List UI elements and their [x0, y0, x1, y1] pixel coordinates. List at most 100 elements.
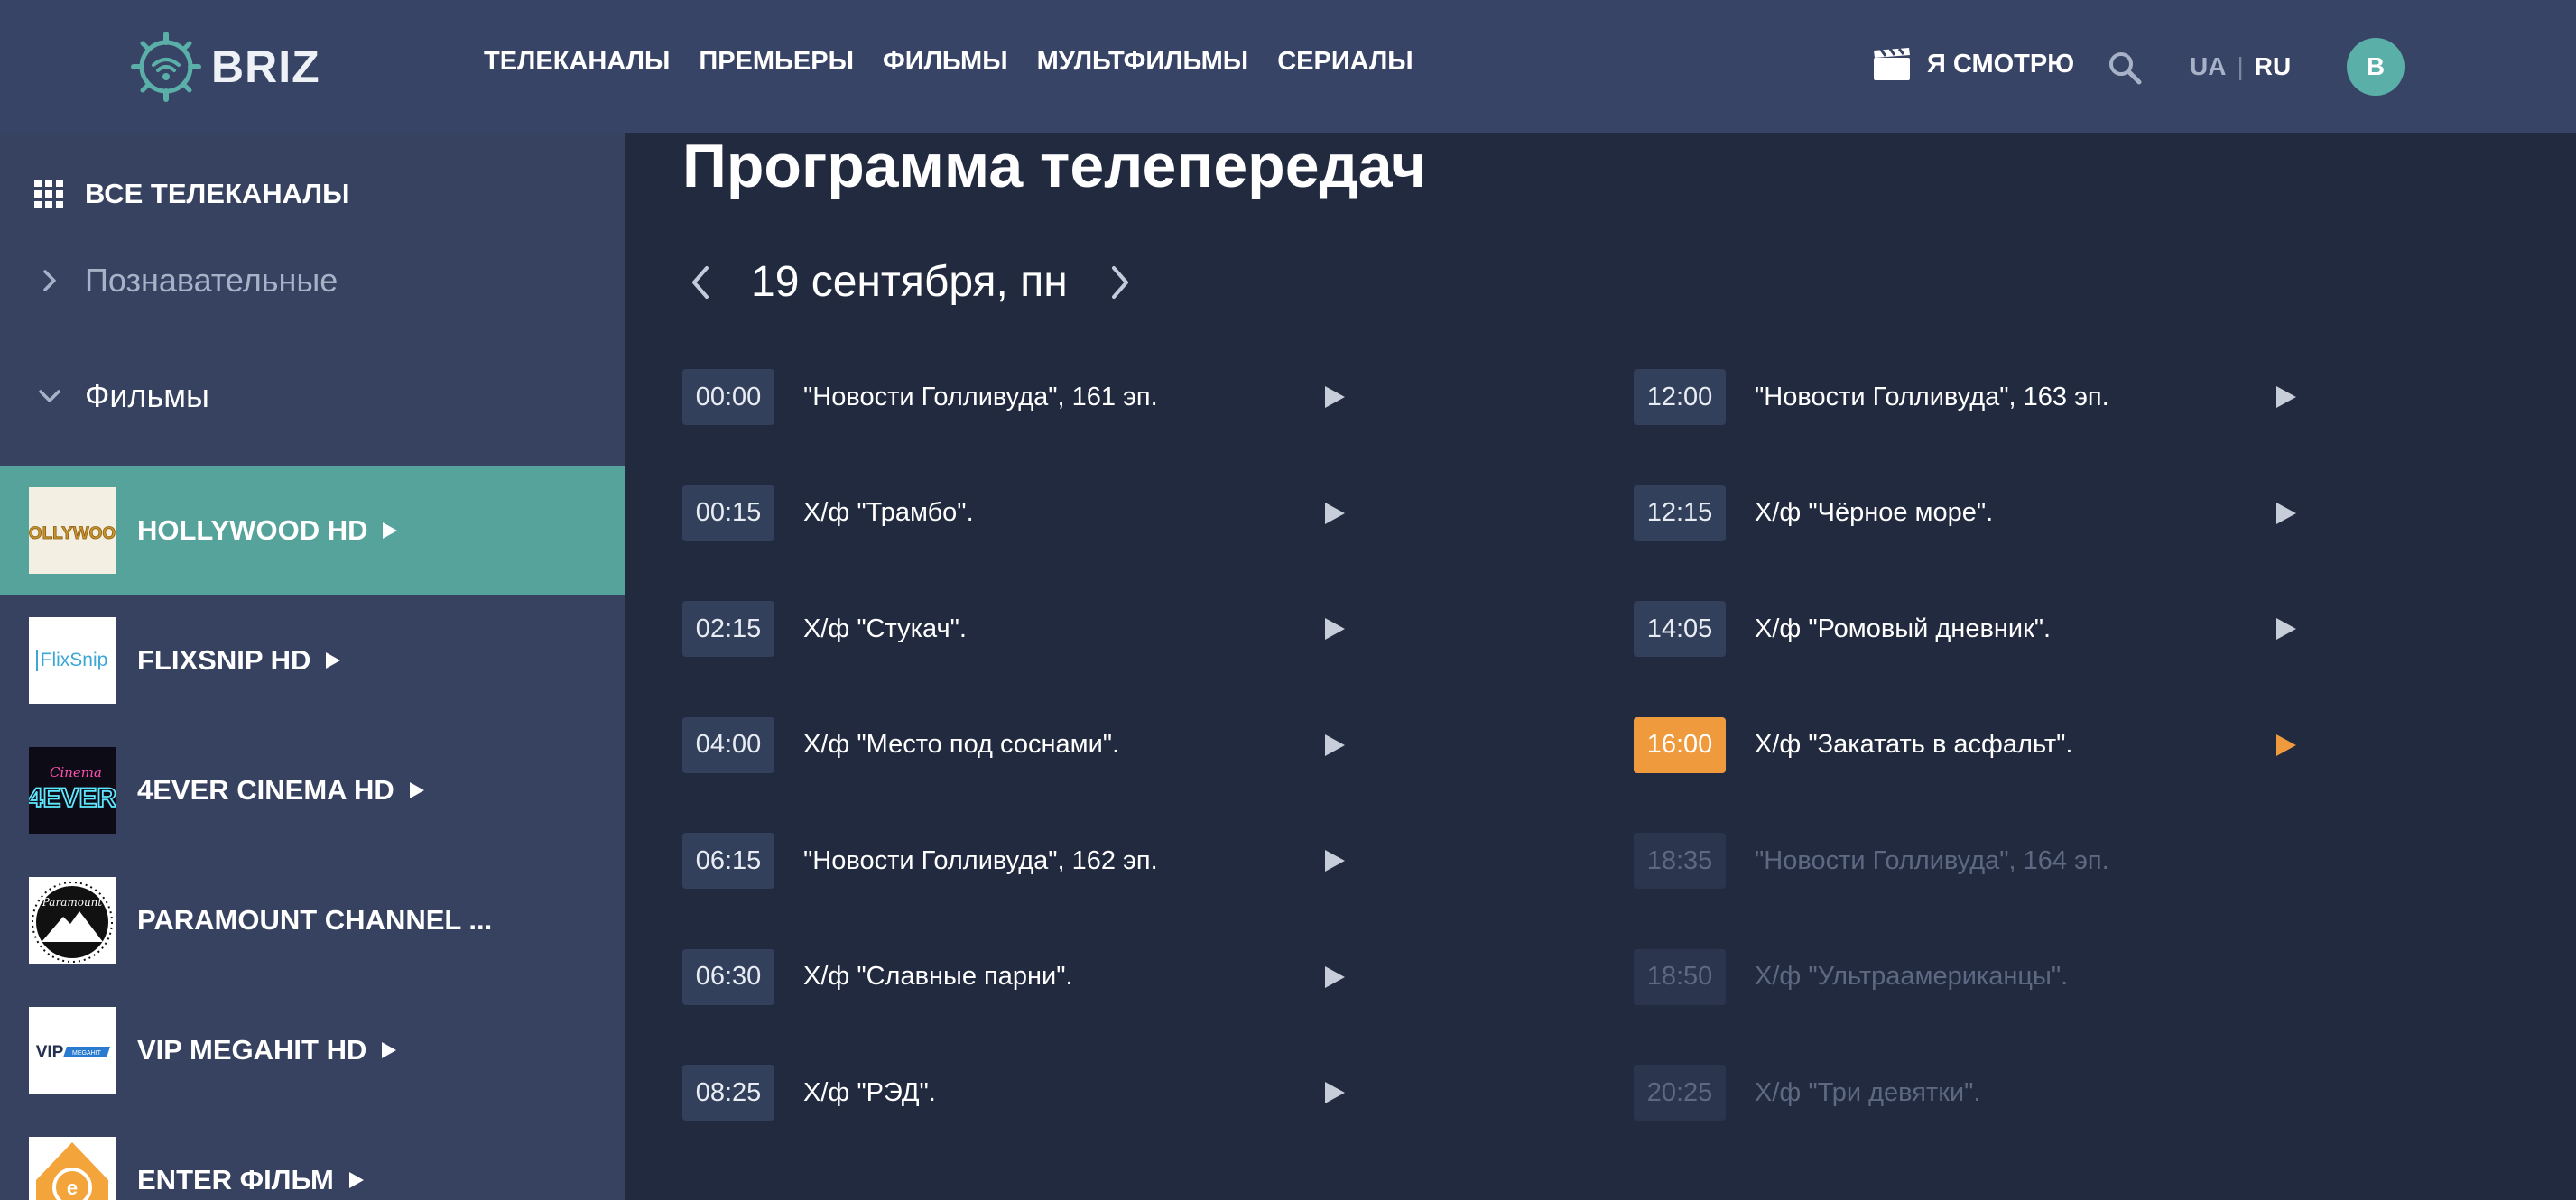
program-title: Х/ф "Три девятки". [1755, 1077, 1981, 1107]
page-title: Программа телепередач [682, 132, 1427, 200]
watching-button[interactable]: Я СМОТРЮ [1873, 47, 2074, 81]
program-title: "Новости Голливуда", 164 эп. [1755, 845, 2109, 875]
schedule-row[interactable]: 04:00 Х/ф "Место под соснами". [682, 716, 1368, 773]
schedule-row[interactable]: 12:00 "Новости Голливуда", 163 эп. [1634, 369, 2320, 425]
program-title: Х/ф "Чёрное море". [1755, 498, 1994, 527]
main-nav: ТЕЛЕКАНАЛЫ ПРЕМЬЕРЫ ФИЛЬМЫ МУЛЬТФИЛЬМЫ С… [484, 47, 1413, 77]
play-icon [383, 522, 398, 539]
schedule-row[interactable]: 18:50 Х/ф "Ультраамериканцы". [1634, 948, 2320, 1005]
play-icon [382, 1042, 397, 1058]
play-icon[interactable] [1323, 1080, 1347, 1105]
lang-ua[interactable]: UA [2190, 52, 2226, 81]
schedule-row[interactable]: 12:15 Х/ф "Чёрное море". [1634, 485, 2320, 541]
nav-cartoons[interactable]: МУЛЬТФИЛЬМЫ [1037, 47, 1249, 77]
program-time: 06:30 [682, 948, 774, 1005]
program-title: "Новости Голливуда", 161 эп. [803, 382, 1158, 411]
play-icon[interactable] [2275, 616, 2298, 642]
category-label: Фильмы [85, 377, 209, 414]
nav-tv-channels[interactable]: ТЕЛЕКАНАЛЫ [484, 47, 670, 77]
channel-name: FLIXSNIP HD [137, 644, 311, 676]
program-time: 12:00 [1634, 369, 1726, 425]
program-title: Х/ф "Ромовый дневник". [1755, 614, 2052, 643]
search-icon[interactable] [2107, 50, 2143, 86]
play-icon[interactable] [2275, 733, 2298, 758]
play-icon [326, 652, 341, 669]
play-icon[interactable] [1323, 848, 1347, 873]
lang-ru[interactable]: RU [2255, 52, 2291, 81]
channel-paramount[interactable]: Paramount PARAMOUNT CHANNEL ... [0, 855, 625, 985]
chevron-right-icon [43, 270, 56, 291]
briz-logo[interactable]: BRIZ [130, 31, 320, 103]
nav-premieres[interactable]: ПРЕМЬЕРЫ [699, 47, 854, 77]
date-navigator: 19 сентября, пн [682, 257, 1138, 307]
schedule-row[interactable]: 06:30 Х/ф "Славные парни". [682, 948, 1368, 1005]
svg-text:Paramount: Paramount [42, 896, 103, 909]
program-title: Х/ф "Славные парни". [803, 962, 1073, 991]
schedule-row[interactable]: 06:15 "Новости Голливуда", 162 эп. [682, 833, 1368, 889]
program-title: Х/ф "Место под соснами". [803, 730, 1120, 759]
play-icon[interactable] [1323, 965, 1347, 990]
program-time: 12:15 [1634, 485, 1726, 541]
schedule-row[interactable]: 20:25 Х/ф "Три девятки". [1634, 1065, 2320, 1121]
svg-text:4EVER: 4EVER [29, 783, 116, 813]
category-educational[interactable]: Познавательные [34, 262, 338, 300]
all-channels-link[interactable]: ВСЕ ТЕЛЕКАНАЛЫ [34, 178, 350, 210]
category-movies[interactable]: Фильмы [34, 377, 209, 415]
svg-text:Cinema: Cinema [50, 764, 102, 780]
program-time: 20:25 [1634, 1065, 1726, 1121]
program-title: Х/ф "Трамбо". [803, 498, 974, 527]
schedule-row[interactable]: 16:00 Х/ф "Закатать в асфальт". [1634, 716, 2320, 773]
grid-icon [34, 180, 63, 208]
schedule-row[interactable]: 14:05 Х/ф "Ромовый дневник". [1634, 601, 2320, 657]
channel-name: ENTER ФІЛЬМ [137, 1164, 334, 1195]
channel-enter-film[interactable]: e ENTER ФІЛЬМ [0, 1115, 625, 1200]
channels-sidebar: ВСЕ ТЕЛЕКАНАЛЫ Познавательные Фильмы HOL… [0, 133, 625, 1200]
channel-flixsnip-hd[interactable]: FlixSnip FLIXSNIP HD [0, 595, 625, 725]
flixsnip-logo: FlixSnip [29, 617, 116, 704]
play-icon[interactable] [1323, 733, 1347, 758]
channel-vip-megahit-hd[interactable]: VIP MEGAHIT VIP MEGAHIT HD [0, 985, 625, 1115]
play-icon[interactable] [2275, 384, 2298, 410]
program-title: Х/ф "РЭД". [803, 1077, 936, 1107]
program-time: 00:00 [682, 369, 774, 425]
watching-label: Я СМОТРЮ [1927, 49, 2075, 78]
user-avatar[interactable]: B [2347, 38, 2405, 96]
program-title: "Новости Голливуда", 163 эп. [1755, 382, 2109, 411]
play-icon[interactable] [1323, 384, 1347, 410]
channel-hollywood-hd[interactable]: HOLLYWOOD HOLLYWOOD HD [0, 466, 625, 595]
hollywood-logo: HOLLYWOOD [29, 487, 116, 574]
enter-film-logo: e [29, 1137, 116, 1200]
schedule-row[interactable]: 18:35 "Новости Голливуда", 164 эп. [1634, 833, 2320, 889]
briz-logo-icon [131, 32, 201, 102]
nav-series[interactable]: СЕРИАЛЫ [1277, 47, 1413, 77]
program-title: "Новости Голливуда", 162 эп. [803, 845, 1158, 875]
program-time: 16:00 [1634, 716, 1726, 773]
schedule-row[interactable]: 00:00 "Новости Голливуда", 161 эп. [682, 369, 1368, 425]
play-icon[interactable] [1323, 501, 1347, 526]
next-day-icon[interactable] [1102, 259, 1138, 306]
channel-name: VIP MEGAHIT HD [137, 1034, 367, 1066]
channel-name: 4EVER CINEMA HD [137, 774, 394, 806]
category-label: Познавательные [85, 262, 338, 299]
program-time: 18:50 [1634, 948, 1726, 1005]
program-time: 14:05 [1634, 601, 1726, 657]
schedule-row[interactable]: 08:25 Х/ф "РЭД". [682, 1065, 1368, 1121]
nav-movies[interactable]: ФИЛЬМЫ [883, 47, 1008, 77]
channel-4ever-cinema-hd[interactable]: Cinema 4EVER 4EVER CINEMA HD [0, 725, 625, 855]
schedule-row[interactable]: 00:15 Х/ф "Трамбо". [682, 485, 1368, 541]
logo-text: BRIZ [211, 42, 320, 92]
program-time: 04:00 [682, 716, 774, 773]
program-title: Х/ф "Закатать в асфальт". [1755, 730, 2073, 759]
channel-name: HOLLYWOOD HD [137, 514, 368, 546]
program-time: 08:25 [682, 1065, 774, 1121]
schedule-row[interactable]: 02:15 Х/ф "Стукач". [682, 601, 1368, 657]
play-icon[interactable] [1323, 616, 1347, 642]
vip-megahit-logo: VIP MEGAHIT [29, 1007, 116, 1094]
prev-day-icon[interactable] [682, 259, 718, 306]
language-switcher: UA | RU [2190, 52, 2291, 81]
svg-text:VIP: VIP [36, 1043, 64, 1062]
program-time: 02:15 [682, 601, 774, 657]
program-title: Х/ф "Стукач". [803, 614, 967, 643]
play-icon[interactable] [2275, 501, 2298, 526]
current-date: 19 сентября, пн [751, 258, 1068, 306]
